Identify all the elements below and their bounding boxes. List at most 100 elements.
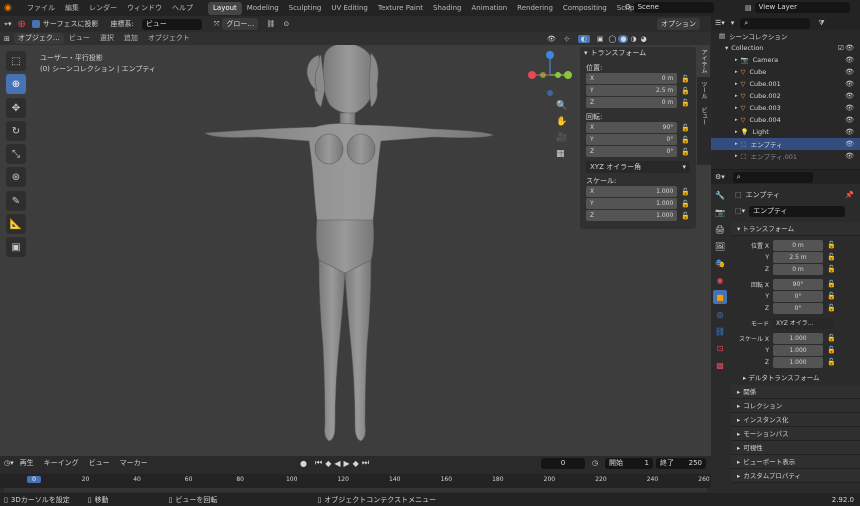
viewport-menu-item[interactable]: 追加: [119, 32, 143, 45]
end-frame-field[interactable]: 終了 250: [656, 457, 706, 469]
blender-logo-icon[interactable]: ◉: [4, 2, 18, 14]
workspace-tab[interactable]: Animation: [466, 2, 512, 15]
properties-section[interactable]: ▸ 可視性: [731, 441, 860, 455]
expand-arrow-icon[interactable]: ▸: [735, 141, 738, 147]
eye-icon[interactable]: 👁: [845, 80, 854, 88]
filter-icon[interactable]: ▾: [731, 19, 735, 27]
lock-icon[interactable]: 🔓: [681, 212, 690, 220]
rotation-field[interactable]: Y 0°: [586, 134, 678, 145]
world-tab-icon[interactable]: ◉: [713, 273, 727, 287]
marker-menu[interactable]: マーカー: [120, 458, 148, 468]
outliner-item[interactable]: ▸ ⬚ エンプティ.001 👁: [711, 150, 860, 162]
sidebar-tab-0[interactable]: アイテム: [697, 45, 710, 77]
menu-item[interactable]: ファイル: [22, 2, 60, 15]
prev-key-icon[interactable]: ◆: [325, 459, 331, 468]
annotate-tool-icon[interactable]: ✎: [6, 191, 26, 211]
timeline-scrollbar[interactable]: [4, 488, 707, 492]
scene-tab-icon[interactable]: 🎭: [713, 256, 727, 270]
lock-icon[interactable]: 🔓: [681, 136, 690, 144]
overlay-icon[interactable]: ◐: [577, 34, 590, 43]
properties-section[interactable]: ▸ カスタムプロパティ: [731, 469, 860, 483]
scale-tool-icon[interactable]: ⤡: [6, 144, 26, 164]
rendered-shading-icon[interactable]: ◕: [641, 35, 647, 43]
wireframe-shading-icon[interactable]: ◯: [609, 35, 617, 43]
transform-panel-header[interactable]: ▾ トランスフォーム: [580, 47, 696, 59]
data-tab-icon[interactable]: ⊡: [713, 341, 727, 355]
scene-collection-row[interactable]: ▤ シーンコレクション: [711, 30, 860, 42]
move-tool-icon[interactable]: ✥: [6, 98, 26, 118]
rotate-tool-icon[interactable]: ↻: [6, 121, 26, 141]
texture-tab-icon[interactable]: ▩: [713, 358, 727, 372]
zoom-icon[interactable]: 🔍: [556, 101, 567, 111]
cursor-tool-icon[interactable]: ⊕: [17, 19, 25, 30]
outliner-item[interactable]: ▸ ▽ Cube.003 👁: [711, 102, 860, 114]
surface-project-checkbox[interactable]: [31, 20, 40, 28]
gizmo-icon[interactable]: ⊹: [564, 35, 570, 43]
grid-icon[interactable]: ▦: [556, 149, 567, 159]
transform-section[interactable]: ▾ トランスフォーム: [731, 222, 860, 236]
checkbox-icon[interactable]: ☑: [838, 44, 844, 52]
record-icon[interactable]: ●: [300, 459, 307, 468]
outliner-item[interactable]: ▸ ▽ Cube.001 👁: [711, 78, 860, 90]
scale-z-field[interactable]: 1.000: [773, 356, 823, 368]
loc-y-field[interactable]: 2.5 m: [773, 251, 823, 263]
orientation-dropdown[interactable]: ビュー: [141, 18, 202, 30]
workspace-tab[interactable]: Texture Paint: [373, 2, 428, 15]
timeline-editor-icon[interactable]: ◷▾: [4, 459, 14, 467]
character-model[interactable]: [195, 45, 505, 456]
properties-editor-icon[interactable]: ⚙▾: [715, 173, 725, 181]
pan-hand-icon[interactable]: ✋: [556, 117, 567, 127]
proportional-icon[interactable]: ⊙: [283, 20, 289, 28]
cursor-tool[interactable]: ⊕: [6, 74, 26, 94]
expand-arrow-icon[interactable]: ▸: [735, 57, 738, 63]
material-shading-icon[interactable]: ◑: [630, 35, 636, 43]
render-tab-icon[interactable]: 📷: [713, 205, 727, 219]
eye-icon[interactable]: 👁: [845, 116, 854, 124]
rotation-mode-dropdown[interactable]: XYZ オイラー角 ▾: [586, 161, 690, 173]
viewport-menu-item[interactable]: ビュー: [64, 32, 95, 45]
pin-icon[interactable]: 📌: [845, 191, 854, 199]
mode-dropdown[interactable]: オブジェク…: [13, 33, 64, 44]
scale-field[interactable]: X 1.000: [586, 186, 678, 197]
properties-section[interactable]: ▸ コレクション: [731, 399, 860, 413]
constraints-tab-icon[interactable]: ⛓: [713, 324, 727, 338]
scale-field[interactable]: Y 1.000: [586, 198, 678, 209]
outliner-item[interactable]: ▸ 📷 Camera 👁: [711, 54, 860, 66]
lock-icon[interactable]: 🔓: [827, 241, 836, 249]
play-icon[interactable]: ▶: [344, 459, 350, 468]
location-field[interactable]: Y 2.5 m: [586, 85, 678, 96]
navigation-gizmo[interactable]: [525, 45, 575, 100]
collection-row[interactable]: ▾ Collection ☑ 👁: [711, 42, 860, 54]
properties-search[interactable]: ⌕: [732, 171, 813, 183]
visibility-icon[interactable]: 👁: [547, 35, 556, 43]
expand-arrow-icon[interactable]: ▸: [735, 81, 738, 87]
select-box-tool-icon[interactable]: ⬚: [6, 51, 26, 71]
lock-icon[interactable]: 🔓: [827, 358, 836, 366]
funnel-icon[interactable]: ⧩: [818, 19, 824, 28]
eye-icon[interactable]: 👁: [845, 56, 854, 64]
lock-icon[interactable]: 🔓: [827, 346, 836, 354]
timeline-view-menu[interactable]: ビュー: [89, 458, 110, 468]
lock-icon[interactable]: 🔓: [827, 280, 836, 288]
camera-view-icon[interactable]: 🎥: [556, 133, 567, 143]
outliner-editor-icon[interactable]: ☰▾: [715, 19, 725, 27]
scale-y-field[interactable]: 1.000: [773, 344, 823, 356]
rot-y-field[interactable]: 0°: [773, 290, 823, 302]
eye-icon[interactable]: 👁: [845, 104, 854, 112]
lock-icon[interactable]: 🔓: [681, 75, 690, 83]
delta-transform-section[interactable]: ▸ デルタトランスフォーム: [731, 371, 860, 385]
clock-icon[interactable]: ◷: [592, 459, 598, 467]
lock-icon[interactable]: 🔓: [827, 253, 836, 261]
menu-item[interactable]: ウィンドウ: [122, 2, 167, 15]
object-tab-icon[interactable]: ■: [713, 290, 727, 304]
eye-icon[interactable]: 👁: [845, 44, 854, 52]
expand-arrow-icon[interactable]: ▸: [735, 105, 738, 111]
3d-viewport[interactable]: ユーザー・平行投影 (0) シーンコレクション | エンプティ ⬚ ⊕ ✥ ↻ …: [0, 45, 711, 456]
expand-arrow-icon[interactable]: ▸: [735, 153, 738, 159]
lock-icon[interactable]: 🔓: [681, 200, 690, 208]
next-key-icon[interactable]: ◆: [353, 459, 359, 468]
transform-tool-icon[interactable]: ⊛: [6, 167, 26, 187]
view-layer-tab-icon[interactable]: 🖼: [713, 239, 727, 253]
workspace-tab[interactable]: Rendering: [512, 2, 558, 15]
outliner-item[interactable]: ▸ ▽ Cube.002 👁: [711, 90, 860, 102]
